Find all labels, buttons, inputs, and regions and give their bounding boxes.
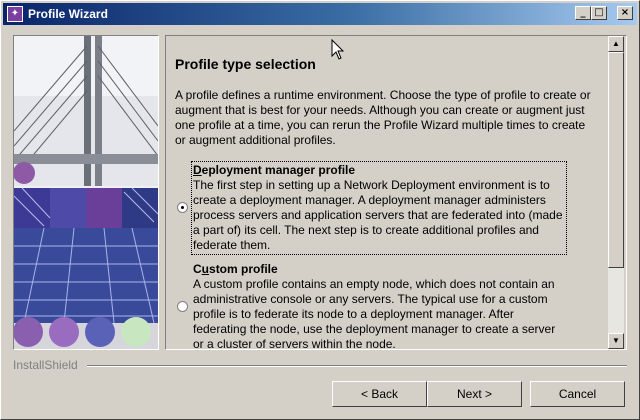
minimize-button[interactable]: _: [575, 6, 591, 20]
profile-wizard-window: ✦ Profile Wizard _ □ × Profile type sele…: [0, 0, 640, 420]
scroll-down-button[interactable]: ▼: [608, 333, 624, 349]
deployment-manager-description: The first step in setting up a Network D…: [193, 178, 563, 252]
mouse-pointer-icon: [331, 39, 345, 60]
custom-profile-title: Custom profile: [193, 262, 278, 276]
content-scroll-area[interactable]: Profile type selection A profile defines…: [166, 36, 606, 349]
window-title: Profile Wizard: [28, 7, 108, 21]
app-icon: ✦: [7, 6, 23, 22]
bridge-collage-icon: [14, 36, 158, 349]
deployment-manager-option[interactable]: Deployment manager profile The first ste…: [191, 161, 567, 255]
wizard-banner-image: [13, 35, 159, 350]
scroll-up-button[interactable]: ▲: [608, 36, 624, 52]
deployment-manager-radio[interactable]: [177, 202, 188, 213]
close-button[interactable]: ×: [617, 6, 633, 20]
custom-profile-option[interactable]: Custom profile A custom profile contains…: [193, 262, 565, 349]
custom-profile-description: A custom profile contains an empty node,…: [193, 277, 556, 349]
next-button[interactable]: Next >: [427, 381, 522, 407]
content-panel: Profile type selection A profile defines…: [165, 35, 627, 350]
maximize-button[interactable]: □: [591, 6, 607, 20]
back-button[interactable]: < Back: [332, 381, 427, 407]
deployment-manager-title: Deployment manager profile: [193, 163, 356, 177]
title-bar[interactable]: ✦ Profile Wizard _ □ ×: [3, 3, 637, 25]
cancel-button[interactable]: Cancel: [530, 381, 625, 407]
footer-divider: [87, 365, 627, 367]
intro-text: A profile defines a runtime environment.…: [175, 88, 591, 147]
custom-profile-radio[interactable]: [177, 301, 188, 312]
scrollbar-thumb[interactable]: [608, 52, 624, 268]
vertical-scrollbar[interactable]: ▲ ▼: [608, 36, 624, 349]
page-heading: Profile type selection: [175, 56, 316, 72]
installshield-label: InstallShield: [13, 358, 78, 372]
